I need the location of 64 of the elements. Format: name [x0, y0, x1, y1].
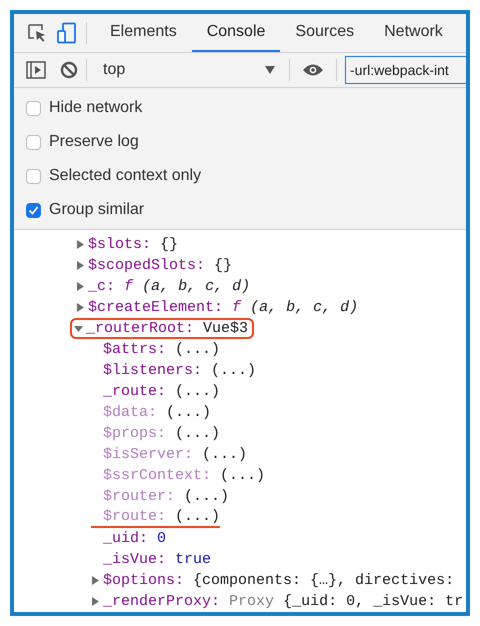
property-name: $attrs:: [103, 341, 166, 358]
checkbox[interactable]: [26, 100, 41, 116]
property-name: $isServer:: [103, 446, 194, 463]
property-value: {}: [214, 257, 232, 274]
clear-icon[interactable]: [60, 61, 78, 79]
checkbox[interactable]: [26, 134, 41, 150]
collapsed-arrow-icon[interactable]: [76, 282, 85, 291]
property-value: 0: [157, 530, 166, 547]
property-name: _c:: [88, 278, 116, 295]
property-value: (...): [202, 446, 248, 463]
device-icon[interactable]: [56, 22, 78, 44]
property-name: $props:: [103, 425, 166, 442]
property-value: (...): [211, 362, 256, 379]
property-name: $ssrContext:: [103, 467, 212, 484]
property-value: (a, b, c, d): [142, 278, 250, 295]
tab[interactable]: Network: [369, 14, 458, 52]
property-value: (...): [175, 383, 220, 400]
checkbox-label: Selected context only: [49, 167, 202, 185]
property-value: f: [232, 299, 242, 316]
property-value: Vue$3: [203, 320, 248, 337]
property-value: true: [175, 551, 212, 568]
property-value: (...): [175, 508, 220, 524]
property-name: $options:: [103, 572, 184, 589]
collapsed-arrow-icon[interactable]: [76, 303, 85, 312]
collapsed-arrow-icon[interactable]: [91, 576, 100, 585]
property-value: {}: [160, 236, 178, 253]
context-select[interactable]: top: [95, 61, 281, 79]
property-value: Proxy: [229, 593, 274, 610]
property-name: _renderProxy:: [103, 593, 220, 610]
property-value: (...): [166, 404, 212, 421]
property-value: {components: {…}, directives:: [193, 572, 454, 589]
collapsed-arrow-icon[interactable]: [76, 261, 85, 270]
property-value: f: [124, 278, 134, 295]
checkbox-label: Preserve log: [49, 133, 139, 151]
property-name: _isVue:: [103, 551, 166, 568]
property-name: $scopedSlots:: [88, 257, 206, 274]
property-value: (...): [220, 467, 266, 484]
property-value: (...): [175, 341, 220, 358]
eye-icon[interactable]: [302, 63, 324, 77]
expanded-arrow-icon[interactable]: [74, 324, 83, 333]
property-name: $data:: [103, 404, 158, 421]
property-name: _routerRoot:: [86, 320, 194, 337]
checkbox[interactable]: [26, 168, 41, 184]
property-name: _uid:: [103, 530, 148, 547]
property-name: $route:: [103, 508, 166, 524]
property-value: (...): [175, 425, 220, 442]
checkbox[interactable]: [26, 202, 41, 218]
tab[interactable]: Elements: [95, 14, 192, 52]
property-value: (a, b, c, d): [250, 299, 358, 316]
property-name: $router:: [103, 488, 176, 505]
property-name: _route:: [103, 383, 166, 400]
caret-icon: [265, 66, 275, 74]
property-name: $createElement:: [88, 299, 224, 316]
checkbox-label: Group similar: [49, 201, 144, 219]
collapsed-arrow-icon[interactable]: [76, 240, 85, 249]
tab[interactable]: Sources: [280, 14, 370, 52]
sidebar-toggle-icon[interactable]: [26, 60, 46, 80]
checkbox-label: Hide network: [49, 99, 142, 117]
property-value: (...): [184, 488, 230, 505]
filter-field[interactable]: -url:webpack-int: [345, 56, 466, 84]
collapsed-arrow-icon[interactable]: [91, 597, 100, 606]
property-value: {_uid: 0, _isVue: tr: [283, 593, 464, 610]
property-name: $slots:: [88, 236, 152, 253]
property-name: $listeners:: [103, 362, 202, 379]
